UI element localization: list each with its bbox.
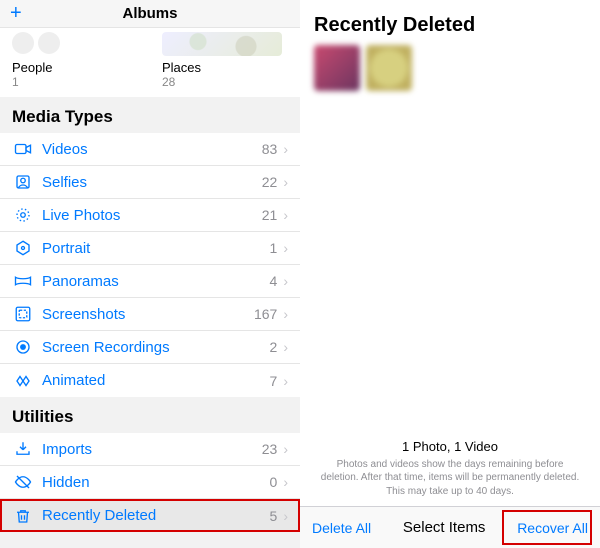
summary-hint: Photos and videos show the days remainin…	[320, 458, 580, 499]
detail-title: Recently Deleted	[314, 14, 586, 37]
row-count: 83	[262, 141, 278, 157]
row-count: 1	[270, 240, 278, 256]
row-screenshots[interactable]: Screenshots 167 ›	[0, 298, 300, 331]
row-label: Selfies	[34, 174, 262, 191]
chevron-right-icon: ›	[277, 306, 288, 322]
bottom-toolbar: Delete All Select Items Recover All	[300, 506, 600, 548]
chevron-right-icon: ›	[277, 508, 288, 524]
people-album[interactable]: People 1	[0, 32, 150, 89]
row-label: Portrait	[34, 240, 270, 257]
chevron-right-icon: ›	[277, 174, 288, 190]
summary-count: 1 Photo, 1 Video	[320, 439, 580, 454]
row-count: 5	[270, 508, 278, 524]
chevron-right-icon: ›	[277, 339, 288, 355]
detail-header: Recently Deleted	[300, 0, 600, 45]
media-types-header: Media Types	[0, 97, 300, 133]
utilities-header: Utilities	[0, 397, 300, 433]
albums-pane: + Albums People 1 Places 28 Media Types …	[0, 0, 300, 548]
row-label: Animated	[34, 372, 270, 389]
row-recently-deleted[interactable]: Recently Deleted 5 ›	[0, 499, 300, 532]
navbar-title: Albums	[122, 5, 177, 22]
row-label: Recently Deleted	[34, 507, 270, 524]
screen-recordings-icon	[12, 338, 34, 356]
row-portrait[interactable]: Portrait 1 ›	[0, 232, 300, 265]
row-imports[interactable]: Imports 23 ›	[0, 433, 300, 466]
places-label: Places	[162, 60, 288, 75]
deleted-item-1[interactable]	[314, 45, 360, 91]
panoramas-icon	[12, 272, 34, 290]
row-count: 2	[270, 339, 278, 355]
places-count: 28	[162, 75, 288, 89]
row-count: 21	[262, 207, 278, 223]
chevron-right-icon: ›	[277, 240, 288, 256]
row-label: Panoramas	[34, 273, 270, 290]
row-hidden[interactable]: Hidden 0 ›	[0, 466, 300, 499]
imports-icon	[12, 440, 34, 458]
row-videos[interactable]: Videos 83 ›	[0, 133, 300, 166]
utilities-list: Imports 23 › Hidden 0 › Recently Deleted…	[0, 433, 300, 532]
people-count: 1	[12, 75, 138, 89]
row-count: 23	[262, 441, 278, 457]
row-label: Imports	[34, 441, 262, 458]
row-live-photos[interactable]: Live Photos 21 ›	[0, 199, 300, 232]
select-items-button[interactable]: Select Items	[403, 519, 486, 536]
people-label: People	[12, 60, 138, 75]
chevron-right-icon: ›	[277, 141, 288, 157]
row-count: 0	[270, 474, 278, 490]
recover-all-button[interactable]: Recover All	[517, 520, 588, 536]
row-label: Videos	[34, 141, 262, 158]
delete-all-button[interactable]: Delete All	[312, 520, 371, 536]
row-count: 22	[262, 174, 278, 190]
navbar: + Albums	[0, 0, 300, 28]
row-screen-recordings[interactable]: Screen Recordings 2 ›	[0, 331, 300, 364]
portrait-icon	[12, 239, 34, 257]
screenshots-icon	[12, 305, 34, 323]
add-button[interactable]: +	[10, 2, 22, 25]
row-label: Live Photos	[34, 207, 262, 224]
row-count: 167	[254, 306, 277, 322]
chevron-right-icon: ›	[277, 273, 288, 289]
hidden-icon	[12, 473, 34, 491]
chevron-right-icon: ›	[277, 207, 288, 223]
row-label: Screen Recordings	[34, 339, 270, 356]
places-album[interactable]: Places 28	[150, 32, 300, 89]
media-types-list: Videos 83 › Selfies 22 › Live Photos 21 …	[0, 133, 300, 397]
videos-icon	[12, 140, 34, 158]
row-label: Screenshots	[34, 306, 254, 323]
chevron-right-icon: ›	[277, 474, 288, 490]
smart-albums-row: People 1 Places 28	[0, 28, 300, 97]
animated-icon	[12, 372, 34, 390]
deleted-thumbnails	[300, 45, 600, 91]
chevron-right-icon: ›	[277, 441, 288, 457]
trash-icon	[12, 507, 34, 525]
deleted-item-2[interactable]	[366, 45, 412, 91]
row-count: 7	[270, 373, 278, 389]
row-count: 4	[270, 273, 278, 289]
row-selfies[interactable]: Selfies 22 ›	[0, 166, 300, 199]
live-photos-icon	[12, 206, 34, 224]
summary-block: 1 Photo, 1 Video Photos and videos show …	[300, 439, 600, 507]
recently-deleted-pane: Recently Deleted 1 Photo, 1 Video Photos…	[300, 0, 600, 548]
row-panoramas[interactable]: Panoramas 4 ›	[0, 265, 300, 298]
chevron-right-icon: ›	[277, 373, 288, 389]
row-animated[interactable]: Animated 7 ›	[0, 364, 300, 397]
row-label: Hidden	[34, 474, 270, 491]
selfies-icon	[12, 173, 34, 191]
